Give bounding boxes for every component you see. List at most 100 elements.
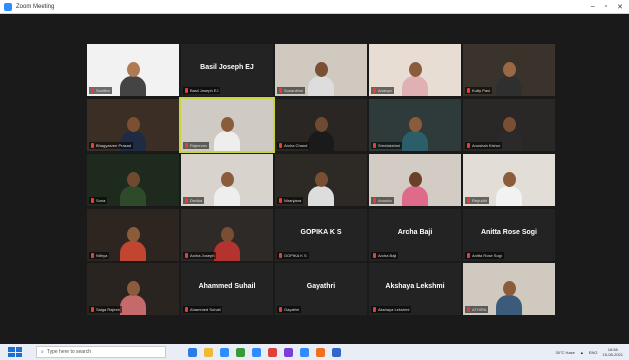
mic-muted-icon xyxy=(279,143,282,148)
participant-tile[interactable]: Saiga Rajesh xyxy=(87,263,179,315)
participant-tile[interactable]: Devika xyxy=(181,154,273,206)
participant-tile[interactable]: Ahammed Suhail Ahammed Suhail xyxy=(181,263,273,315)
minimize-icon[interactable]: – xyxy=(591,3,595,11)
participant-name-label: Gayathri xyxy=(284,307,300,312)
participant-nameplate: Saiga Rajesh xyxy=(89,306,122,313)
participant-name-label: Ahammed Suhail xyxy=(190,307,221,312)
participant-name-label: Ananya xyxy=(378,88,392,93)
participant-silhouette xyxy=(402,117,428,151)
participant-tile[interactable]: Niranjana xyxy=(275,154,367,206)
participant-tile[interactable]: Sunanthini xyxy=(275,44,367,96)
mic-muted-icon xyxy=(373,198,376,203)
participant-nameplate: Archa Joseph xyxy=(183,252,217,259)
participant-silhouette xyxy=(402,62,428,96)
participant-tile[interactable]: Kutty Pavi xyxy=(463,44,555,96)
participant-name-label: Rejrudhi xyxy=(472,198,487,203)
participant-silhouette xyxy=(120,172,146,206)
participant-silhouette xyxy=(496,62,522,96)
participant-name-label: Sreelakshmi xyxy=(378,143,401,148)
participant-display-name: Archa Baji xyxy=(397,229,433,236)
participant-name-label: Archa Baji xyxy=(378,253,397,258)
taskbar-app-icon[interactable] xyxy=(252,347,261,357)
mic-muted-icon xyxy=(467,143,470,148)
start-button[interactable] xyxy=(8,347,22,357)
participant-nameplate: Sunitha xyxy=(89,87,112,94)
participant-tile[interactable]: Anitta Rose Sogi Anitta Rose Sogi xyxy=(463,209,555,261)
mic-muted-icon xyxy=(279,88,282,93)
taskbar-app-icon[interactable] xyxy=(284,347,293,357)
participant-name-label: Devika xyxy=(190,198,203,203)
participant-nameplate: Ahammed Suhail xyxy=(183,306,223,313)
participant-tile[interactable]: Archa Joseph xyxy=(181,209,273,261)
participant-name-label: Anitta Rose Sogi xyxy=(472,253,502,258)
participant-tile[interactable]: Anushah Kishor xyxy=(463,99,555,151)
search-icon: ⌕ xyxy=(41,349,44,355)
participant-tile[interactable]: Gayathri Gayathri xyxy=(275,263,367,315)
mic-muted-icon xyxy=(279,198,282,203)
participant-silhouette xyxy=(402,172,428,206)
weather-status[interactable]: 30°C Haze xyxy=(556,350,575,355)
participant-silhouette xyxy=(308,172,334,206)
participant-nameplate: ATHIRA xyxy=(465,306,489,313)
participant-tile[interactable]: Sona xyxy=(87,154,179,206)
participant-nameplate: Niranjana xyxy=(277,197,304,204)
close-icon[interactable]: ✕ xyxy=(617,3,623,11)
participant-name-label: ATHIRA xyxy=(472,307,487,312)
participant-silhouette xyxy=(120,227,146,261)
taskbar-app-icon[interactable] xyxy=(220,347,229,357)
taskbar-app-icon[interactable] xyxy=(300,347,309,357)
participant-name-label: Kutty Pavi xyxy=(472,88,491,93)
participant-tile[interactable]: Bhagyasree Prasad xyxy=(87,99,179,151)
taskbar-app-icon[interactable] xyxy=(332,347,341,357)
participant-name-label: GOPIKA K S xyxy=(284,253,307,258)
taskbar-app-icon[interactable] xyxy=(268,347,277,357)
participant-tile[interactable]: GOPIKA K S GOPIKA K S xyxy=(275,209,367,261)
participant-silhouette xyxy=(214,117,240,151)
participant-nameplate: Bhagyasree Prasad xyxy=(89,142,134,149)
participant-tile[interactable]: Nithya xyxy=(87,209,179,261)
participant-tile[interactable]: Rajeevan xyxy=(179,97,275,153)
clock[interactable]: 18:58 15-08-2021 xyxy=(603,347,623,357)
mic-muted-icon xyxy=(91,198,94,203)
mic-muted-icon xyxy=(91,143,94,148)
maximize-icon[interactable]: ▫ xyxy=(605,3,607,11)
mic-muted-icon xyxy=(467,253,470,258)
taskbar-app-icon[interactable] xyxy=(236,347,245,357)
taskbar-search[interactable]: ⌕ Type here to search xyxy=(36,346,166,358)
participant-nameplate: Nithya xyxy=(89,252,110,259)
participant-tile[interactable]: Ananya xyxy=(369,44,461,96)
mic-muted-icon xyxy=(373,307,376,312)
participant-name-label: Rajeevan xyxy=(190,143,207,148)
mic-muted-icon xyxy=(185,143,188,148)
participant-silhouette xyxy=(496,172,522,206)
participant-name-label: Akshaya Lekshmi xyxy=(378,307,410,312)
participant-tile[interactable]: Akshaya Lekshmi Akshaya Lekshmi xyxy=(369,263,461,315)
participant-tile[interactable]: Anusha xyxy=(369,154,461,206)
participant-tile[interactable]: Basil Joseph EJ Basil Joseph EJ xyxy=(181,44,273,96)
participant-name-label: Sunanthini xyxy=(284,88,303,93)
participant-nameplate: Anitta Rose Sogi xyxy=(465,252,504,259)
participant-tile[interactable]: Archa Chand xyxy=(275,99,367,151)
participant-nameplate: Sona xyxy=(89,197,108,204)
participant-name-label: Nithya xyxy=(96,253,108,258)
participant-tile[interactable]: Sunitha xyxy=(87,44,179,96)
participant-name-label: Anusha xyxy=(378,198,392,203)
participant-tile[interactable]: Archa Baji Archa Baji xyxy=(369,209,461,261)
participant-nameplate: Sunanthini xyxy=(277,87,305,94)
participant-nameplate: Archa Baji xyxy=(371,252,399,259)
network-icon[interactable]: ▲ xyxy=(580,350,584,355)
participant-tile[interactable]: Rejrudhi xyxy=(463,154,555,206)
participant-name-label: Niranjana xyxy=(284,198,302,203)
participant-tile[interactable]: Sreelakshmi xyxy=(369,99,461,151)
participant-display-name: GOPIKA K S xyxy=(300,229,342,236)
search-placeholder: Type here to search xyxy=(46,349,92,355)
taskbar-app-icon[interactable] xyxy=(316,347,325,357)
participant-silhouette xyxy=(214,227,240,261)
participant-tile[interactable]: ATHIRA xyxy=(463,263,555,315)
mic-muted-icon xyxy=(185,253,188,258)
mic-muted-icon xyxy=(91,88,94,93)
mic-muted-icon xyxy=(91,307,94,312)
language-indicator[interactable]: ENG xyxy=(589,350,598,355)
taskbar-app-icon[interactable] xyxy=(188,347,197,357)
taskbar-app-icon[interactable] xyxy=(204,347,213,357)
